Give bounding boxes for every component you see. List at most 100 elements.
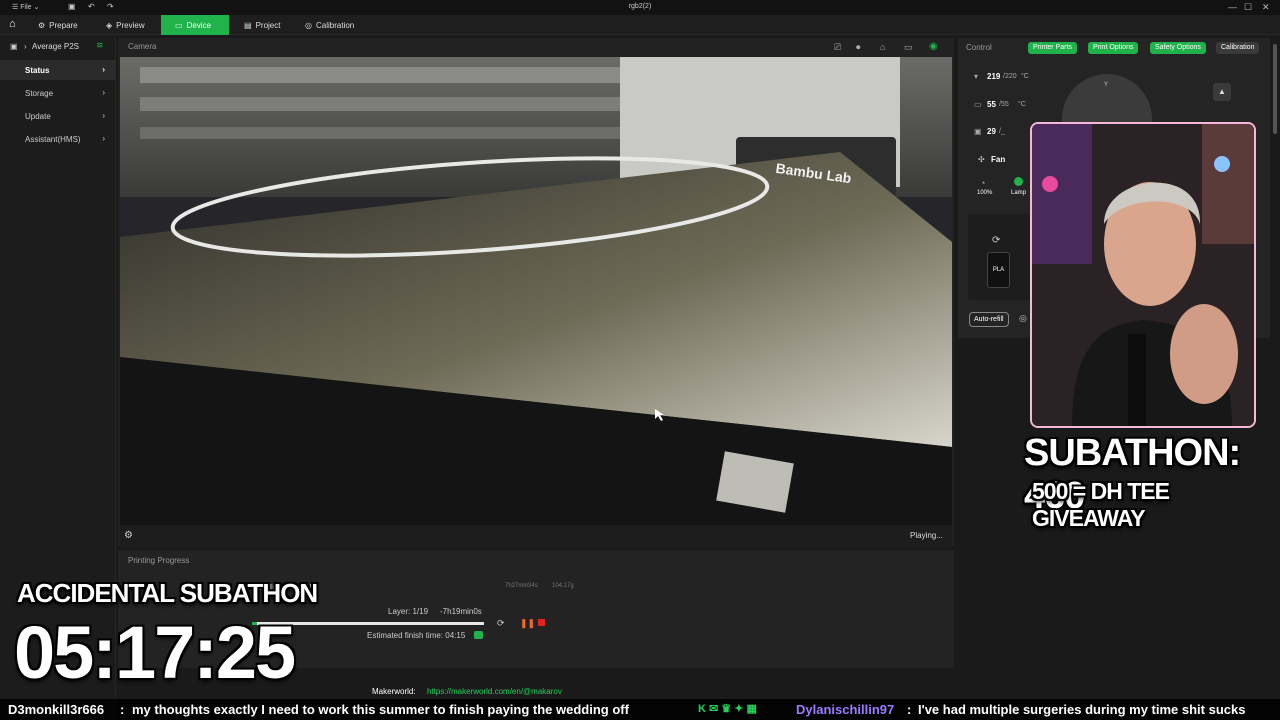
chat-separator-1: : <box>120 702 125 717</box>
printer-parts-button[interactable]: Printer Parts <box>1028 42 1077 54</box>
minimize-button[interactable]: — <box>1228 2 1237 12</box>
device-icon: ▭ <box>175 21 183 30</box>
z-up-button[interactable]: ▲ <box>1213 83 1231 101</box>
tab-calibration[interactable]: ◎ Calibration <box>305 15 375 35</box>
filament-type: PLA <box>992 267 1005 273</box>
stop-button[interactable] <box>538 619 545 626</box>
finish-badge <box>474 631 483 639</box>
nozzle-icon: ▾ <box>974 72 979 81</box>
preview-icon: ◈ <box>106 21 113 30</box>
chat-separator-2: : <box>907 702 912 717</box>
tab-device[interactable]: ▭ Device <box>161 15 229 35</box>
tab-calibration-label: Calibration <box>315 21 355 30</box>
y-axis-label: Y <box>1104 82 1109 88</box>
print-options-button[interactable]: Print Options <box>1088 42 1139 54</box>
camera-record-icon[interactable]: ⎚ <box>834 42 841 53</box>
nozzle-unit: °C <box>1021 73 1029 80</box>
sidebar-item-status[interactable]: Status › <box>0 60 116 80</box>
camera-switch-icon[interactable]: ⌂ <box>880 42 885 52</box>
camera-status: Playing... <box>910 531 943 540</box>
chamber-temp: 29 <box>987 127 996 136</box>
chevron-right-icon: › <box>102 111 105 120</box>
speed-icon[interactable]: ◔ <box>980 178 985 188</box>
fan-speed: 100% <box>977 190 993 196</box>
safety-options-button[interactable]: Safety Options <box>1150 42 1206 54</box>
bed-temp: 55 <box>987 100 996 109</box>
camera-feed-image: Bambu Lab <box>120 57 952 525</box>
streamer-webcam <box>1030 122 1256 428</box>
ams-refresh-icon[interactable]: ⟳ <box>992 235 1000 246</box>
chevron-right-icon: › <box>102 88 105 97</box>
sidebar-item-label: Status <box>25 66 50 75</box>
tab-prepare[interactable]: ⚙ Prepare <box>38 15 88 35</box>
tab-bar: ⌂ ⚙ Prepare ◈ Preview ▭ Device ▤ Project ◎ Ca… <box>0 15 1280 35</box>
title-bar: ☰ File ⌄ ▣ ↶ ↷ rgb2(2) — ☐ ✕ <box>0 0 1280 15</box>
makerworld-label: Makerworld: <box>372 687 416 696</box>
ams-settings-icon[interactable]: ◎ <box>1019 313 1027 324</box>
chat-message-1: my thoughts exactly I need to work this … <box>132 702 629 717</box>
camera-label: Camera <box>128 42 157 51</box>
chat-message-2: I've had multiple surgeries during my ti… <box>918 702 1246 717</box>
camera-feed: Bambu Lab <box>120 57 952 525</box>
chevron-right-icon: › <box>102 65 105 74</box>
chamber-target[interactable]: /_ <box>999 128 1005 135</box>
project-icon: ▤ <box>244 21 252 30</box>
tab-project[interactable]: ▤ Project <box>244 15 294 35</box>
maximize-button[interactable]: ☐ <box>1244 2 1252 13</box>
accidental-subathon-title: ACCIDENTAL SUBATHON <box>17 578 318 608</box>
sidebar-item-label: Update <box>25 112 51 121</box>
calibration-button[interactable]: Calibration <box>1216 42 1260 54</box>
control-label: Control <box>966 43 992 52</box>
camera-timelapse-icon[interactable]: ⏺ <box>856 42 861 53</box>
subathon-timer: 05:17:25 <box>14 611 296 694</box>
bed-icon: ▭ <box>974 100 982 109</box>
auto-refill-button[interactable]: Auto-refill <box>969 312 1009 327</box>
giveaway-text: 500 = DH TEE GIVEAWAY <box>1032 478 1170 531</box>
sidebar-item-assistant[interactable]: Assistant(HMS) › <box>0 129 116 149</box>
camera-video-icon[interactable]: ▭ <box>904 42 913 53</box>
layer-count: Layer: 1/19 <box>388 607 429 616</box>
sidebar-item-label: Assistant(HMS) <box>25 135 81 144</box>
nozzle-temp: 219 <box>987 72 1001 81</box>
camera-live-icon[interactable]: ◉ <box>929 41 938 52</box>
sidebar-item-storage[interactable]: Storage › <box>0 83 116 103</box>
chat-user-1: D3monkill3r666 <box>8 702 105 717</box>
refresh-icon[interactable]: ⟳ <box>497 618 505 629</box>
printer-icon: ▣ <box>10 42 18 51</box>
control-scrollbar[interactable] <box>1273 44 1277 134</box>
fan-label: Fan <box>991 155 1006 164</box>
close-button[interactable]: ✕ <box>1262 2 1270 13</box>
prepare-icon: ⚙ <box>38 21 46 30</box>
bed-target[interactable]: /55 <box>999 101 1009 108</box>
emote-icons: K ✉ ♛ ✦ ▦ <box>698 703 757 715</box>
printer-name[interactable]: Average P2S <box>32 42 79 51</box>
tab-device-label: Device <box>186 21 212 30</box>
sidebar-item-update[interactable]: Update › <box>0 106 116 126</box>
chamber-icon: ▣ <box>974 127 982 136</box>
nozzle-target[interactable]: /220 <box>1003 73 1017 80</box>
lamp-icon[interactable] <box>1014 177 1023 186</box>
remaining-time: -7h19min0s <box>440 607 482 616</box>
tab-preview-label: Preview <box>116 21 145 30</box>
filament-slot[interactable]: PLA <box>987 252 1010 288</box>
camera-control-bar <box>120 525 952 545</box>
filament-weight: 104.17g <box>552 583 574 589</box>
sidebar-item-label: Storage <box>25 89 54 98</box>
bed-unit: °C <box>1018 101 1026 108</box>
window-title: rgb2(2) <box>628 3 652 10</box>
chat-user-2: Dylanischillin97 <box>796 702 895 717</box>
camera-settings-icon[interactable]: ⚙ <box>124 530 133 541</box>
printer-chevron-icon: › <box>24 42 27 51</box>
calibration-icon: ◎ <box>305 21 312 30</box>
pause-button[interactable]: ❚❚ <box>520 618 535 629</box>
tab-preview[interactable]: ◈ Preview <box>106 15 156 35</box>
home-icon[interactable]: ⌂ <box>9 18 16 30</box>
lamp-label: Lamp <box>1011 190 1027 196</box>
tab-prepare-label: Prepare <box>49 21 78 30</box>
chevron-right-icon: › <box>102 134 105 143</box>
estimated-finish: Estimated finish time: 04:15 <box>367 631 466 640</box>
makerworld-link[interactable]: https://makerworld.com/en/@makarov <box>427 687 562 696</box>
tab-project-label: Project <box>255 21 281 30</box>
printing-progress-label: Printing Progress <box>128 556 190 565</box>
wifi-icon: ≋ <box>96 40 104 50</box>
